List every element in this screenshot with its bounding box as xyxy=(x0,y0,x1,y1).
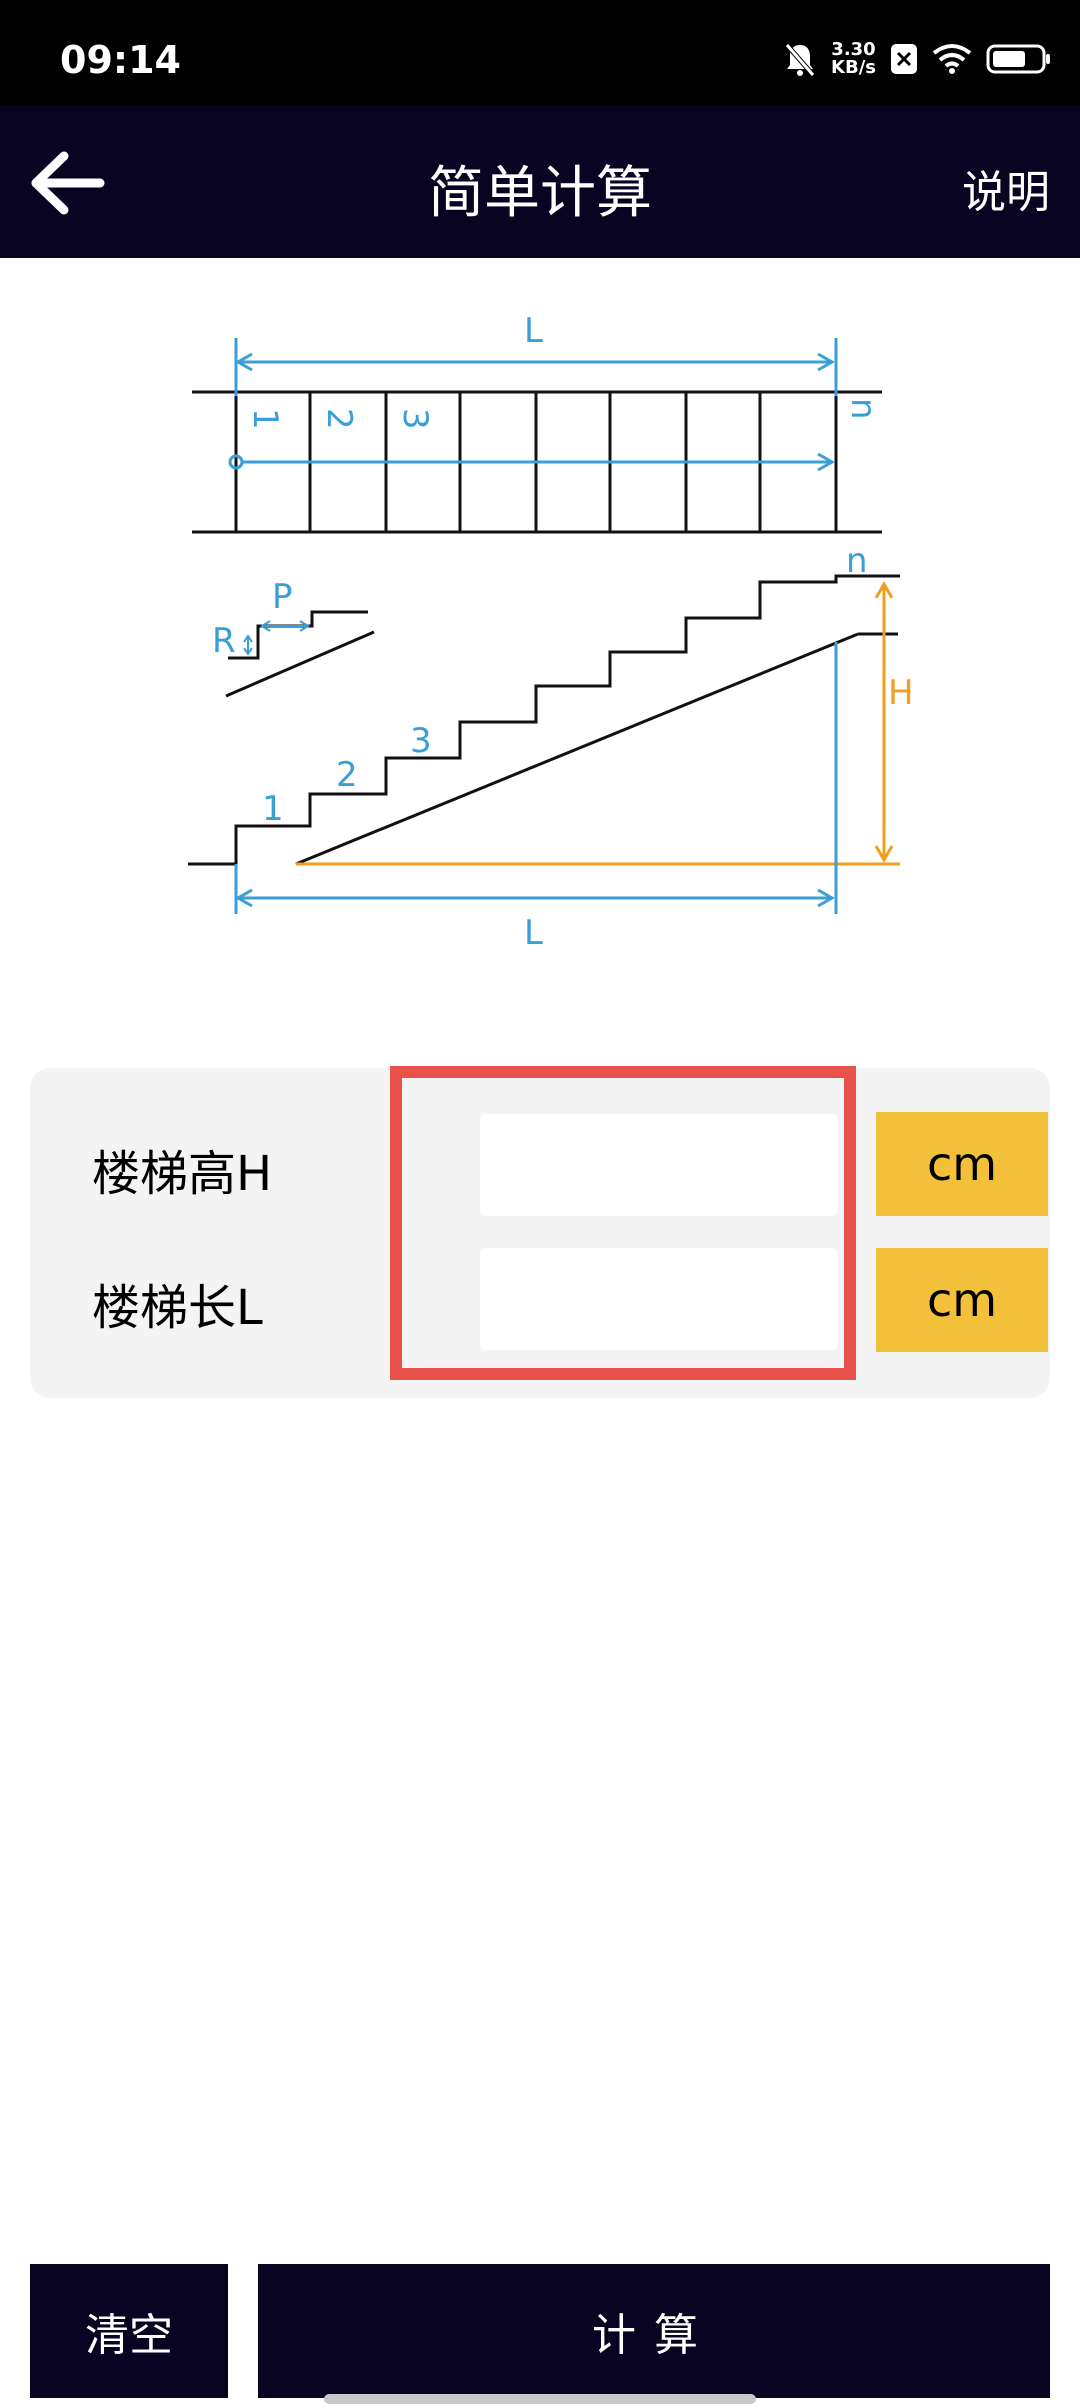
top-app-bar: 简单计算 说明 xyxy=(0,106,1080,258)
bell-muted-icon xyxy=(785,43,815,77)
side-label-H: H xyxy=(888,673,914,713)
side-step-n: n xyxy=(846,541,868,581)
sim-x-icon xyxy=(891,44,917,74)
home-indicator xyxy=(324,2394,756,2404)
status-icons: 3.30 KB/s xyxy=(783,34,1052,84)
side-step-3: 3 xyxy=(410,721,432,761)
stair-diagram: L 1 2 3 n R P 1 2 3 n L H xyxy=(188,311,914,953)
page-title: 简单计算 xyxy=(428,161,652,226)
help-button[interactable]: 说明 xyxy=(962,156,1050,220)
height-unit-button[interactable]: cm xyxy=(876,1112,1048,1216)
side-step-1: 1 xyxy=(262,789,284,829)
clear-button[interactable]: 清空 xyxy=(30,2264,228,2398)
net-speed: 3.30 KB/s xyxy=(831,41,876,77)
plan-step-n: n xyxy=(843,398,883,420)
status-time: 09:14 xyxy=(60,38,181,82)
length-unit-button[interactable]: cm xyxy=(876,1248,1048,1352)
height-label: 楼梯高H xyxy=(92,1146,273,1202)
plan-step-2: 2 xyxy=(319,408,359,430)
detail-label-P: P xyxy=(272,577,293,617)
diagram-label-bottom-L: L xyxy=(524,913,543,953)
side-step-2: 2 xyxy=(336,755,358,795)
highlight-frame xyxy=(390,1066,856,1380)
wifi-icon xyxy=(932,44,972,74)
detail-label-R: R xyxy=(212,621,236,661)
battery-icon xyxy=(986,44,1050,74)
length-label: 楼梯长L xyxy=(92,1280,263,1336)
diagram-label-top-L: L xyxy=(524,311,543,351)
plan-step-3: 3 xyxy=(395,408,435,430)
calculate-button[interactable]: 计算 xyxy=(258,2264,1050,2398)
plan-step-1: 1 xyxy=(245,408,285,430)
status-bar: 09:14 3.30 KB/s xyxy=(0,0,1080,106)
net-speed-unit: KB/s xyxy=(831,57,876,78)
